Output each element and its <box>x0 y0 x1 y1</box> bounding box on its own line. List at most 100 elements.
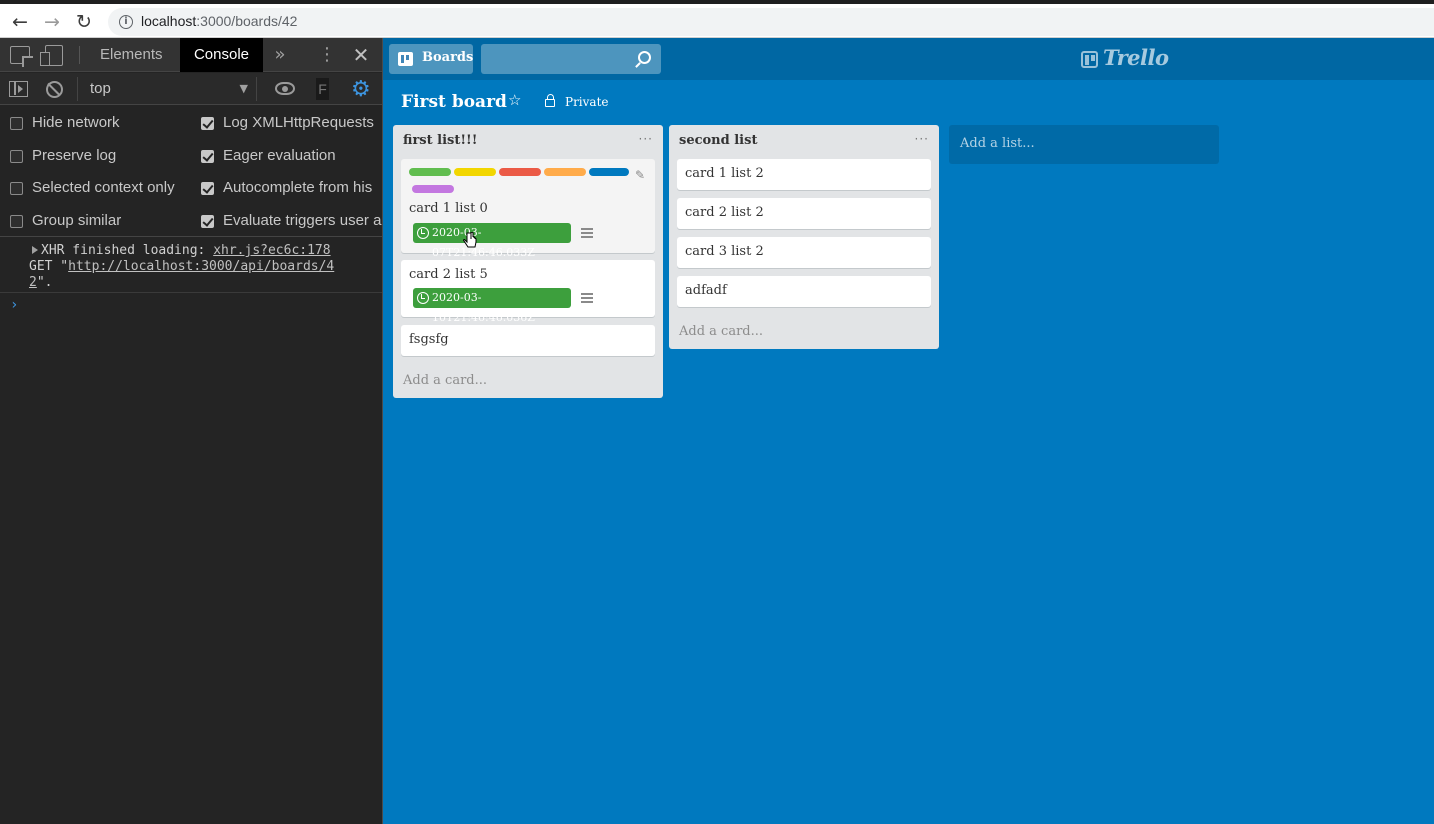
boards-button[interactable]: Boards <box>389 44 473 74</box>
add-card-button[interactable]: Add a card... <box>403 373 487 388</box>
card[interactable]: fsgsfg <box>401 325 655 356</box>
device-toolbar-icon[interactable] <box>40 45 63 66</box>
console-settings: Hide network Preserve log Selected conte… <box>0 106 382 237</box>
option-label: Autocomplete from his <box>223 179 373 196</box>
kebab-menu-icon[interactable]: ⋮ <box>318 44 336 65</box>
context-selector[interactable]: top ▼ <box>77 77 257 101</box>
live-expression-eye-icon[interactable] <box>275 82 295 95</box>
search-input[interactable] <box>481 44 661 74</box>
due-date-badge[interactable]: 2020-03-10T21:46:46.036Z <box>413 288 571 324</box>
forward-arrow-icon[interactable]: → <box>41 11 63 33</box>
devtools-tabbar: Elements Console » ⋮ ✕ <box>0 38 382 72</box>
gear-icon[interactable]: ⚙ <box>351 77 371 102</box>
card-title: adfadf <box>685 283 727 298</box>
card-title: card 3 list 2 <box>685 244 764 259</box>
card[interactable]: card 1 list 2 <box>677 159 931 190</box>
due-date-badge[interactable]: 2020-03-07T21:46:46.033Z <box>413 223 571 259</box>
info-icon[interactable]: i <box>119 15 133 29</box>
option-label: Log XMLHttpRequests <box>223 114 374 131</box>
board-header: First board ☆ Private <box>383 80 1434 124</box>
inspect-element-icon[interactable] <box>10 46 30 64</box>
option-group-similar[interactable]: Group similar <box>10 212 190 234</box>
card-title: fsgsfg <box>409 332 449 347</box>
expand-triangle-icon[interactable] <box>32 246 38 254</box>
log-url-link[interactable]: http://localhost:3000/api/boards/4 <box>68 259 334 274</box>
list: first list!!! ··· ✎ card 1 list 0 2020-0… <box>393 125 663 398</box>
card[interactable]: card 2 list 5 2020-03-10T21:46:46.036Z <box>401 260 655 324</box>
clock-icon <box>417 292 429 304</box>
log-line: GET "http://localhost:3000/api/boards/4 <box>29 259 334 274</box>
url-text[interactable]: localhost:3000/boards/42 <box>141 13 297 29</box>
list-title[interactable]: second list <box>679 133 757 148</box>
list: second list ··· card 1 list 2 card 2 lis… <box>669 125 939 349</box>
option-selected-context[interactable]: Selected context only <box>10 179 190 201</box>
option-label: Selected context only <box>32 179 175 196</box>
tab-elements[interactable]: Elements <box>87 38 176 72</box>
checkbox[interactable] <box>201 150 214 163</box>
description-icon <box>581 293 593 303</box>
label-green <box>409 168 451 176</box>
divider <box>79 46 80 64</box>
search-icon[interactable] <box>638 51 651 64</box>
card-title: card 1 list 2 <box>685 166 764 181</box>
reload-icon[interactable]: ↻ <box>73 11 95 33</box>
checkbox[interactable] <box>10 215 23 228</box>
log-source-link[interactable]: xhr.js?ec6c:178 <box>213 243 330 258</box>
list-menu-icon[interactable]: ··· <box>639 132 653 146</box>
address-bar[interactable]: i localhost:3000/boards/42 <box>108 8 1434 36</box>
boards-label: Boards <box>422 50 474 65</box>
context-label: top <box>90 80 111 97</box>
card-title: card 2 list 2 <box>685 205 764 220</box>
back-arrow-icon[interactable]: ← <box>9 11 31 33</box>
card-title: card 1 list 0 <box>409 201 488 216</box>
privacy-label[interactable]: Private <box>565 95 609 109</box>
board-title[interactable]: First board <box>401 92 507 112</box>
clear-console-icon[interactable] <box>46 81 63 98</box>
boards-icon <box>398 52 413 66</box>
list-menu-icon[interactable]: ··· <box>915 132 929 146</box>
log-line: XHR finished loading: xhr.js?ec6c:178 <box>41 243 331 258</box>
trello-logo-icon <box>1081 51 1098 68</box>
due-date-text: 2020-03-10T21:46:46.036Z <box>432 291 535 324</box>
option-preserve-log[interactable]: Preserve log <box>10 147 190 169</box>
console-log-entry: XHR finished loading: xhr.js?ec6c:178 GE… <box>0 238 382 293</box>
log-url-link-cont[interactable]: 2 <box>29 275 37 290</box>
checkbox[interactable] <box>201 215 214 228</box>
chevron-down-icon: ▼ <box>239 82 248 95</box>
add-list-button[interactable]: Add a list... <box>949 125 1219 164</box>
add-card-button[interactable]: Add a card... <box>679 324 763 339</box>
checkbox[interactable] <box>201 117 214 130</box>
tab-console[interactable]: Console <box>180 38 263 72</box>
clock-icon <box>417 227 429 239</box>
label-yellow <box>454 168 496 176</box>
card[interactable]: card 3 list 2 <box>677 237 931 268</box>
console-prompt[interactable]: › <box>10 297 18 313</box>
pencil-icon[interactable]: ✎ <box>635 168 645 182</box>
checkbox[interactable] <box>10 117 23 130</box>
list-title[interactable]: first list!!! <box>403 133 477 148</box>
option-hide-network[interactable]: Hide network <box>10 114 190 136</box>
option-eager-evaluation[interactable]: Eager evaluation <box>201 147 382 169</box>
card[interactable]: card 2 list 2 <box>677 198 931 229</box>
option-evaluate-triggers[interactable]: Evaluate triggers user a <box>201 212 382 234</box>
checkbox[interactable] <box>10 150 23 163</box>
label-blue <box>589 168 629 176</box>
option-label: Preserve log <box>32 147 117 164</box>
lock-icon <box>545 94 555 107</box>
card[interactable]: ✎ card 1 list 0 2020-03-07T21:46:46.033Z <box>401 159 655 259</box>
option-autocomplete[interactable]: Autocomplete from his <box>201 179 382 201</box>
close-icon[interactable]: ✕ <box>351 43 371 67</box>
option-log-xhr[interactable]: Log XMLHttpRequests <box>201 114 382 136</box>
more-tabs-icon[interactable]: » <box>272 44 288 65</box>
add-list-label: Add a list... <box>960 136 1035 151</box>
checkbox[interactable] <box>201 182 214 195</box>
star-icon[interactable]: ☆ <box>508 91 521 109</box>
console-sidebar-icon[interactable] <box>9 81 28 97</box>
devtools-panel: Elements Console » ⋮ ✕ top ▼ F ⚙ Hide ne… <box>0 38 383 824</box>
checkbox[interactable] <box>10 182 23 195</box>
log-suffix: ". <box>36 275 53 290</box>
card[interactable]: adfadf <box>677 276 931 307</box>
url-path: :3000/boards/42 <box>196 13 298 29</box>
filter-input[interactable]: F <box>316 78 329 100</box>
app-header: Boards Trello <box>383 38 1434 80</box>
